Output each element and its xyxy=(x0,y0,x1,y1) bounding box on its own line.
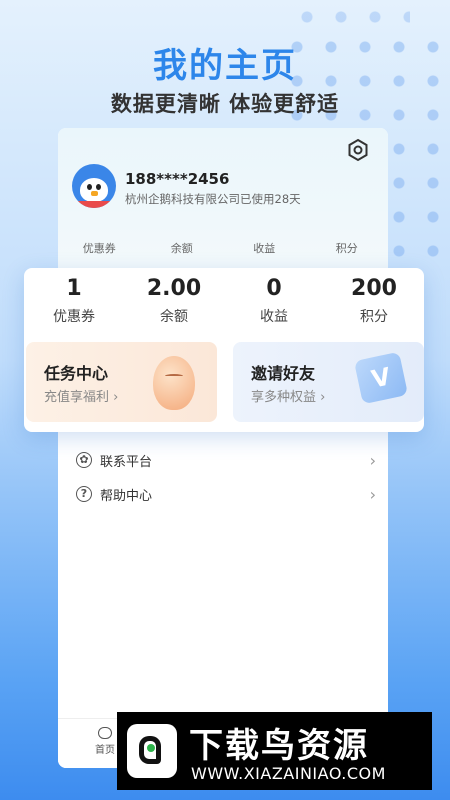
mini-stat-label: 积分 xyxy=(335,242,358,255)
invite-friends-title: 邀请好友 xyxy=(251,364,316,383)
user-phone: 188****2456 xyxy=(125,170,230,188)
stat-value: 2.00 xyxy=(146,276,202,301)
mini-stat-label: 余额 xyxy=(170,242,193,255)
watermark-url: WWW.XIAZAINIAO.COM xyxy=(191,764,386,783)
mini-stat-label: 收益 xyxy=(253,242,276,255)
stat-label: 余额 xyxy=(160,309,188,325)
stat-coupons[interactable]: 1 优惠券 xyxy=(24,272,124,326)
stat-earnings[interactable]: 0 收益 xyxy=(224,272,324,326)
watermark-title: 下载鸟资源 xyxy=(189,726,369,766)
tab-home-label: 首页 xyxy=(95,745,115,756)
invite-friends-subtitle: 享多种权益 › xyxy=(251,390,326,405)
stat-value: 0 xyxy=(266,276,282,301)
stat-value: 1 xyxy=(66,276,82,301)
stat-label: 收益 xyxy=(260,309,288,325)
v-card-icon: V xyxy=(353,351,409,405)
stat-label: 优惠券 xyxy=(53,309,95,325)
mini-stat-label: 优惠券 xyxy=(82,242,116,255)
mini-stats-row: 优惠券 余额 收益 积分 xyxy=(58,240,388,256)
phone-screen: 188****2456 杭州企鹅科技有限公司已使用28天 优惠券 余额 收益 积… xyxy=(58,128,388,768)
settings-icon[interactable] xyxy=(346,138,370,162)
stats-card: 1 优惠券 2.00 余额 0 收益 200 积分 任务中心 充值享福利 › 邀… xyxy=(24,268,424,432)
task-center-subtitle: 充值享福利 › xyxy=(44,390,119,405)
invite-friends-card[interactable]: 邀请好友 享多种权益 › V xyxy=(233,342,424,422)
home-icon xyxy=(98,727,112,739)
banner-subline: 数据更清晰 体验更舒适 xyxy=(110,92,340,116)
decorative-dots-top xyxy=(290,0,410,30)
avatar[interactable] xyxy=(72,164,116,208)
tab-home[interactable]: 首页 xyxy=(90,727,120,756)
chevron-right-icon: › xyxy=(369,484,376,504)
stat-points[interactable]: 200 积分 xyxy=(324,272,424,326)
egg-mascot-icon xyxy=(153,356,195,410)
task-center-card[interactable]: 任务中心 充值享福利 › xyxy=(26,342,217,422)
bird-logo-icon xyxy=(127,724,177,778)
banner-headline: 我的主页 xyxy=(153,46,297,86)
leaf-icon: ✿ xyxy=(76,452,92,468)
watermark: 下载鸟资源 WWW.XIAZAINIAO.COM xyxy=(117,712,432,790)
menu-item-contact[interactable]: ✿ 联系平台 › xyxy=(76,448,376,472)
stats-row: 1 优惠券 2.00 余额 0 收益 200 积分 xyxy=(24,272,424,326)
stat-value: 200 xyxy=(351,276,397,301)
question-icon: ? xyxy=(76,486,92,502)
stat-balance[interactable]: 2.00 余额 xyxy=(124,272,224,326)
menu-item-label: 联系平台 xyxy=(100,454,153,470)
profile-header: 188****2456 杭州企鹅科技有限公司已使用28天 优惠券 余额 收益 积… xyxy=(58,128,388,268)
stat-label: 积分 xyxy=(360,309,388,325)
menu-item-label: 帮助中心 xyxy=(100,488,153,504)
task-center-title: 任务中心 xyxy=(44,364,109,383)
menu-item-help[interactable]: ? 帮助中心 › xyxy=(76,482,376,506)
chevron-right-icon: › xyxy=(369,450,376,470)
company-info: 杭州企鹅科技有限公司已使用28天 xyxy=(125,192,301,206)
